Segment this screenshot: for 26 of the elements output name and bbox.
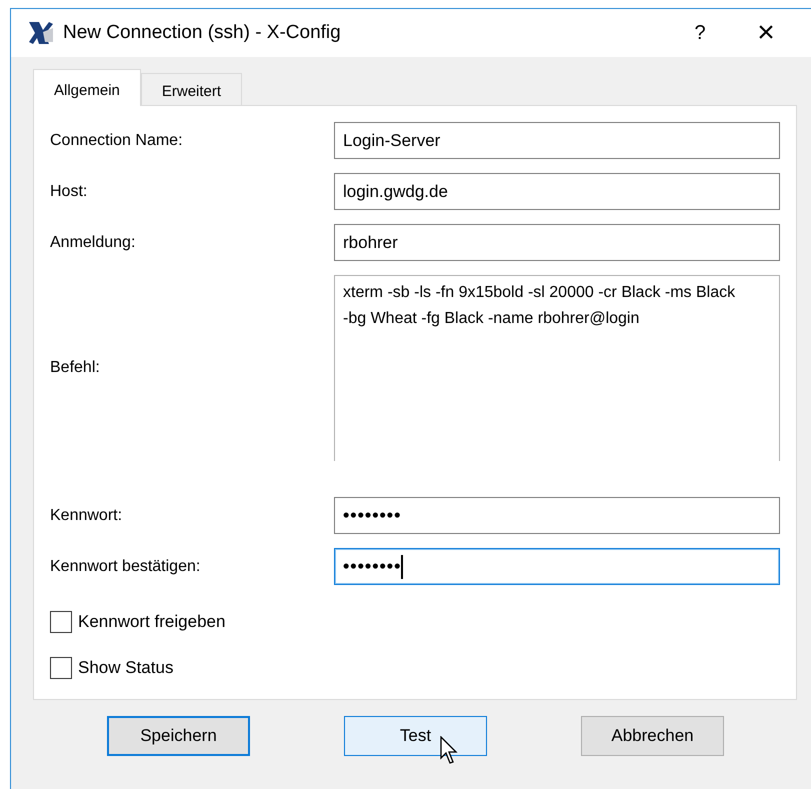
field-label: Anmeldung: (50, 234, 136, 252)
field-label: Host: (50, 182, 88, 200)
text-field[interactable]: login.gwdg.de (334, 173, 780, 210)
field-label: Befehl: (50, 359, 101, 377)
checkbox-label: Kennwort freigeben (78, 612, 226, 632)
tab[interactable]: Allgemein (33, 69, 141, 106)
password-field[interactable]: •••••••• (334, 548, 780, 585)
field-label: Kennwort bestätigen: (50, 558, 202, 576)
window-title: New Connection (ssh) - X-Config (63, 22, 342, 44)
app-logo-icon (27, 20, 55, 46)
command-field[interactable]: xterm -sb -ls -fn 9x15bold -sl 20000 -cr Black -ms Black -bg Wheat -fg Black -name rbohrer@login (334, 275, 780, 461)
dialog-button[interactable]: Abbrechen (581, 716, 724, 756)
close-button[interactable]: × (733, 13, 799, 53)
mouse-cursor-icon (440, 736, 460, 766)
field-label: Connection Name: (50, 132, 184, 150)
dialog-button[interactable]: Speichern (107, 716, 250, 756)
checkbox-label: Show Status (78, 658, 174, 678)
help-button[interactable]: ? (667, 13, 733, 53)
checkbox[interactable] (50, 611, 72, 633)
password-field[interactable]: •••••••• (334, 497, 780, 534)
checkbox[interactable] (50, 657, 72, 679)
dialog-button[interactable]: Test (344, 716, 487, 756)
text-field[interactable]: rbohrer (334, 224, 780, 261)
field-label: Kennwort: (50, 506, 124, 524)
tab[interactable]: Erweitert (140, 73, 242, 105)
text-field[interactable]: Login-Server (334, 122, 780, 159)
